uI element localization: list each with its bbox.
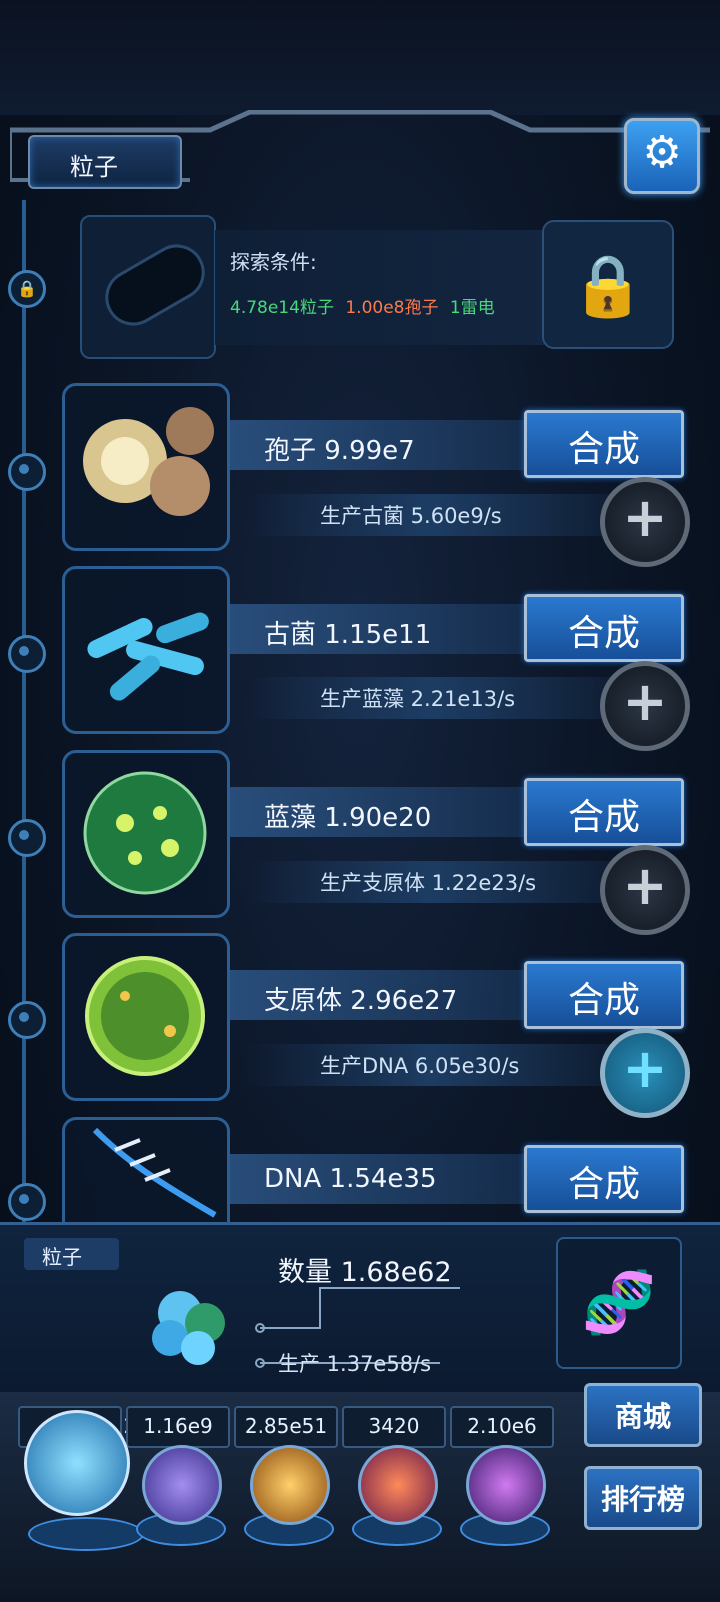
unit-name-bar: DNA 1.54e35 [230, 1154, 530, 1204]
unit-thumbnail-mycoplasma [62, 933, 230, 1101]
rail-node [8, 819, 46, 857]
page-title: 粒子 [70, 153, 118, 181]
particle-tag-label: 粒子 [42, 1245, 82, 1269]
production-bar: 生产古菌 5.60e9/s [245, 494, 615, 536]
synthesize-label: 合成 [567, 613, 640, 654]
resource-value: 3420 [368, 1414, 420, 1438]
synthesize-label: 合成 [567, 797, 640, 838]
vortex-orb-button[interactable] [466, 1445, 546, 1525]
plus-icon: + [622, 854, 668, 917]
dna-image [92, 1127, 217, 1218]
orb-pedestal [28, 1517, 144, 1551]
explore-cost: 4.78e14粒子 1.00e8孢子 1雷电 [230, 293, 495, 318]
resource-value: 2.10e6 [467, 1414, 537, 1438]
production-text: 生产DNA 6.05e30/s [320, 1054, 520, 1078]
rail-node [8, 453, 46, 491]
unit-name-count: 古菌 1.15e11 [264, 620, 432, 650]
particle-tag: 粒子 [24, 1238, 119, 1270]
dna-badge: 🧬 [556, 1237, 682, 1369]
thunder-orb-button[interactable] [142, 1445, 222, 1525]
unit-name-bar: 孢子 9.99e7 [230, 420, 530, 470]
rail-node [8, 1183, 46, 1221]
plus-icon: + [622, 1037, 668, 1100]
production-bar: 生产支原体 1.22e23/s [245, 861, 615, 903]
unit-name-bar: 支原体 2.96e27 [230, 970, 530, 1020]
leaderboard-button[interactable]: 排行榜 [584, 1466, 702, 1530]
resource-count-thunder: 1.16e9 [126, 1406, 230, 1448]
shop-button[interactable]: 商城 [584, 1383, 702, 1447]
unit-name-bar: 古菌 1.15e11 [230, 604, 530, 654]
settings-button[interactable]: ⚙ [624, 118, 700, 194]
leaderboard-label: 排行榜 [600, 1483, 685, 1516]
unit-thumbnail-spore [62, 383, 230, 551]
resource-value: 1.16e9 [143, 1414, 213, 1438]
unit-name-count: DNA 1.54e35 [264, 1164, 437, 1194]
unit-name-count: 孢子 9.99e7 [264, 436, 415, 466]
production-text: 生产古菌 5.60e9/s [320, 504, 502, 528]
synthesize-button[interactable]: 合成 [524, 410, 684, 478]
synthesize-button[interactable]: 合成 [524, 1145, 684, 1213]
plus-icon: + [622, 670, 668, 733]
mycoplasma-image [85, 956, 205, 1076]
brain-orb-button[interactable] [358, 1445, 438, 1525]
synthesize-button[interactable]: 合成 [524, 961, 684, 1029]
synthesize-label: 合成 [567, 429, 640, 470]
particle-cluster-image [152, 1291, 225, 1365]
shop-label: 商城 [614, 1400, 671, 1433]
cyanobacteria-image [83, 771, 207, 895]
resource-value: 2.85e51 [244, 1414, 328, 1438]
fire-orb-button[interactable] [250, 1445, 330, 1525]
particle-orb-button[interactable] [24, 1410, 130, 1516]
cost-spores: 1.00e8孢子 [345, 298, 439, 318]
dna-icon: 🧬 [581, 1268, 657, 1338]
unit-name-bar: 蓝藻 1.90e20 [230, 787, 530, 837]
unit-name-count: 支原体 2.96e27 [264, 986, 458, 1016]
synthesize-label: 合成 [567, 1164, 640, 1205]
progress-rail [22, 200, 26, 1230]
production-text: 生产支原体 1.22e23/s [320, 871, 537, 895]
resource-count-brain: 3420 [342, 1406, 446, 1448]
locked-unit-thumbnail [80, 215, 216, 359]
explore-lock-button[interactable]: 🔒 [542, 220, 674, 349]
lock-icon: 🔒 [570, 251, 646, 321]
synthesize-button[interactable]: 合成 [524, 594, 684, 662]
particle-production: 生产 1.37e58/s [278, 1352, 432, 1376]
gear-icon: ⚙ [642, 127, 682, 178]
cost-thunder: 1雷电 [449, 298, 495, 318]
cost-particles: 4.78e14粒子 [230, 298, 334, 318]
rail-node [8, 635, 46, 673]
synthesize-label: 合成 [567, 980, 640, 1021]
locked-node-icon: 🔒 [8, 270, 46, 308]
unknown-organism-silhouette [95, 234, 215, 336]
resource-count-vortex: 2.10e6 [450, 1406, 554, 1448]
production-bar: 生产蓝藻 2.21e13/s [245, 677, 615, 719]
unit-thumbnail-archaea [62, 566, 230, 734]
title-plate: 粒子 [28, 135, 182, 189]
production-text: 生产蓝藻 2.21e13/s [320, 687, 516, 711]
upgrade-plus-button[interactable]: + [600, 661, 690, 751]
unit-name-count: 蓝藻 1.90e20 [264, 803, 432, 833]
unit-thumbnail-dna [62, 1117, 230, 1225]
plus-icon: + [622, 486, 668, 549]
particle-quantity: 数量 1.68e62 [278, 1257, 452, 1288]
resource-count-fire: 2.85e51 [234, 1406, 338, 1448]
upgrade-plus-button[interactable]: + [600, 1028, 690, 1118]
archaea-image [87, 612, 209, 701]
upgrade-plus-button[interactable]: + [600, 845, 690, 935]
spore-image [83, 407, 214, 516]
explore-condition-label: 探索条件: [230, 250, 317, 274]
space-background [0, 0, 720, 115]
unit-thumbnail-cyanobacteria [62, 750, 230, 918]
rail-node [8, 1001, 46, 1039]
production-bar: 生产DNA 6.05e30/s [245, 1044, 615, 1086]
upgrade-plus-button[interactable]: + [600, 477, 690, 567]
synthesize-button[interactable]: 合成 [524, 778, 684, 846]
